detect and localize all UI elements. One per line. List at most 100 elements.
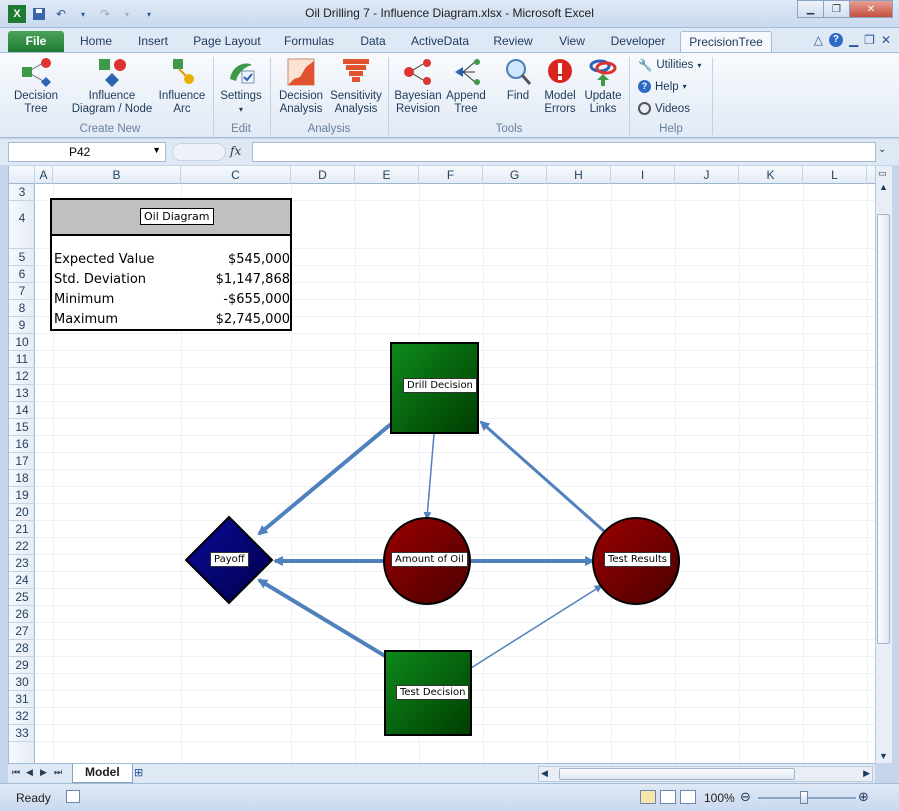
help-menu-button[interactable]: ? Help ▾ [638, 80, 687, 93]
tab-precisiontree[interactable]: PrecisionTree [680, 31, 772, 52]
settings-label: Settings [220, 90, 262, 102]
sensitivity-analysis-icon [343, 59, 369, 82]
horizontal-scrollbar[interactable]: ◀ ▶ [538, 766, 873, 782]
first-sheet-icon[interactable]: ⏮ [12, 767, 20, 778]
tab-formulas[interactable]: Formulas [276, 31, 342, 52]
horizontal-scroll-thumb[interactable] [559, 768, 795, 780]
name-box-value: P42 [69, 145, 91, 159]
macro-record-icon[interactable] [66, 790, 80, 803]
page-break-view-icon[interactable] [680, 790, 696, 804]
help-icon[interactable]: ? [828, 33, 843, 47]
group-tools: Tools [495, 123, 523, 135]
split-box-icon[interactable]: ▭ [878, 168, 887, 179]
scroll-down-icon[interactable]: ▼ [879, 751, 888, 761]
influence-node-button[interactable]: Influence Diagram / Node [70, 57, 154, 116]
wrench-icon: 🔧 [638, 60, 653, 72]
bayesian-revision-button[interactable]: Bayesian Revision [392, 57, 444, 116]
update-links-label: Update Links [584, 90, 622, 115]
help-dropdown-icon: ▾ [682, 82, 687, 91]
utilities-label: Utilities [656, 59, 694, 71]
arc-drill-to-payoff[interactable] [257, 422, 393, 536]
update-links-button[interactable]: Update Links [580, 57, 626, 116]
tab-view[interactable]: View [550, 31, 594, 52]
name-box-dropdown-icon[interactable]: ▼ [152, 145, 161, 155]
find-button[interactable]: Find [500, 57, 536, 103]
utilities-button[interactable]: 🔧 Utilities ▾ [638, 58, 701, 72]
prev-sheet-icon[interactable]: ◀ [26, 767, 33, 778]
group-separator [629, 57, 630, 135]
tab-activedata[interactable]: ActiveData [404, 31, 476, 52]
scroll-right-icon[interactable]: ▶ [863, 768, 870, 779]
tab-home[interactable]: Home [72, 31, 120, 52]
zoom-in-icon[interactable]: ⊕ [858, 789, 869, 805]
page-layout-view-icon[interactable] [660, 790, 676, 804]
workbook-minimize-icon[interactable]: ▁ [849, 33, 858, 47]
sheet-tab-model[interactable]: Model [72, 764, 133, 783]
insert-function-icon[interactable]: fx [230, 144, 241, 158]
formula-input[interactable] [252, 142, 876, 162]
restore-icon[interactable]: ❐ [823, 0, 850, 18]
test-results-label: Test Results [604, 552, 671, 567]
decision-analysis-button[interactable]: Decision Analysis [274, 57, 328, 116]
collapse-ribbon-icon[interactable]: △ [814, 33, 823, 47]
tab-page-layout[interactable]: Page Layout [186, 31, 268, 52]
decision-tree-label: Decision Tree [13, 90, 59, 115]
zoom-level[interactable]: 100% [704, 791, 735, 805]
insert-sheet-icon[interactable]: ⊞ [134, 766, 143, 779]
ribbon-tab-controls: △ ? ▁ ❐ ✕ [814, 33, 891, 47]
scroll-up-icon[interactable]: ▲ [879, 182, 888, 192]
formula-bar: P42 ▼ fx ⌄ [0, 139, 899, 165]
last-sheet-icon[interactable]: ⏭ [54, 767, 62, 778]
title-bar: X ↶ ▾ ↷ ▾ ▾ Oil Drilling 7 - Influence D… [0, 0, 899, 28]
status-ready: Ready [16, 791, 51, 805]
tab-data[interactable]: Data [350, 31, 396, 52]
videos-button[interactable]: Videos [638, 102, 690, 115]
workbook-restore-icon[interactable]: ❐ [864, 33, 875, 47]
decision-tree-button[interactable]: Decision Tree [10, 57, 62, 116]
group-create-new: Create New [79, 123, 141, 135]
minimize-icon[interactable]: ▁ [797, 0, 824, 18]
normal-view-icon[interactable] [640, 790, 656, 804]
arc-testdecision-to-testresults[interactable] [470, 584, 603, 669]
amount-of-oil-label: Amount of Oil [391, 552, 468, 567]
tab-file[interactable]: File [8, 31, 64, 52]
formula-bar-resize-handle[interactable] [172, 143, 226, 161]
zoom-slider-thumb[interactable] [800, 791, 808, 804]
arc-drill-to-amount[interactable] [423, 433, 435, 520]
name-box[interactable]: P42 ▼ [8, 142, 166, 162]
influence-arc-label: Influence Arc [158, 90, 206, 115]
videos-label: Videos [655, 102, 690, 115]
influence-node-label: Influence Diagram / Node [71, 90, 153, 115]
influence-diagram [184, 342, 680, 736]
ribbon-tabs: File Home Insert Page Layout Formulas Da… [0, 28, 899, 52]
settings-button[interactable]: Settings ▾ [218, 57, 264, 116]
tab-insert[interactable]: Insert [128, 31, 178, 52]
test-decision-label: Test Decision [396, 685, 470, 700]
tab-developer[interactable]: Developer [602, 31, 674, 52]
decision-analysis-icon [287, 58, 315, 86]
payoff-label: Payoff [210, 552, 249, 567]
group-edit: Edit [231, 123, 251, 135]
sensitivity-analysis-button[interactable]: Sensitivity Analysis [330, 57, 382, 116]
workbook-close-icon[interactable]: ✕ [881, 33, 891, 47]
group-analysis: Analysis [307, 123, 351, 135]
arc-testdecision-to-payoff[interactable] [257, 578, 387, 658]
window-controls: ▁ ❐ ✕ [797, 0, 893, 18]
vertical-scroll-thumb[interactable] [877, 214, 890, 644]
group-separator [388, 57, 389, 135]
append-tree-button[interactable]: Append Tree [444, 57, 488, 116]
group-separator [712, 57, 713, 135]
tab-review[interactable]: Review [484, 31, 542, 52]
arc-testresults-to-drill[interactable] [479, 420, 606, 534]
close-icon[interactable]: ✕ [849, 0, 893, 18]
zoom-out-icon[interactable]: ⊖ [740, 789, 751, 805]
expand-formula-bar-icon[interactable]: ⌄ [878, 144, 886, 155]
next-sheet-icon[interactable]: ▶ [40, 767, 47, 778]
decision-analysis-label: Decision Analysis [278, 90, 324, 115]
model-errors-button[interactable]: Model Errors [540, 57, 580, 116]
influence-arc-button[interactable]: Influence Arc [156, 57, 208, 116]
group-separator [270, 57, 271, 135]
worksheet[interactable]: A B C D E F G H I J K L 3 4 5 6 7 8 9 10 11 12 13 1… [8, 166, 875, 763]
scroll-left-icon[interactable]: ◀ [541, 768, 548, 779]
vertical-scrollbar[interactable]: ▭ ▲ ▼ [875, 166, 892, 763]
